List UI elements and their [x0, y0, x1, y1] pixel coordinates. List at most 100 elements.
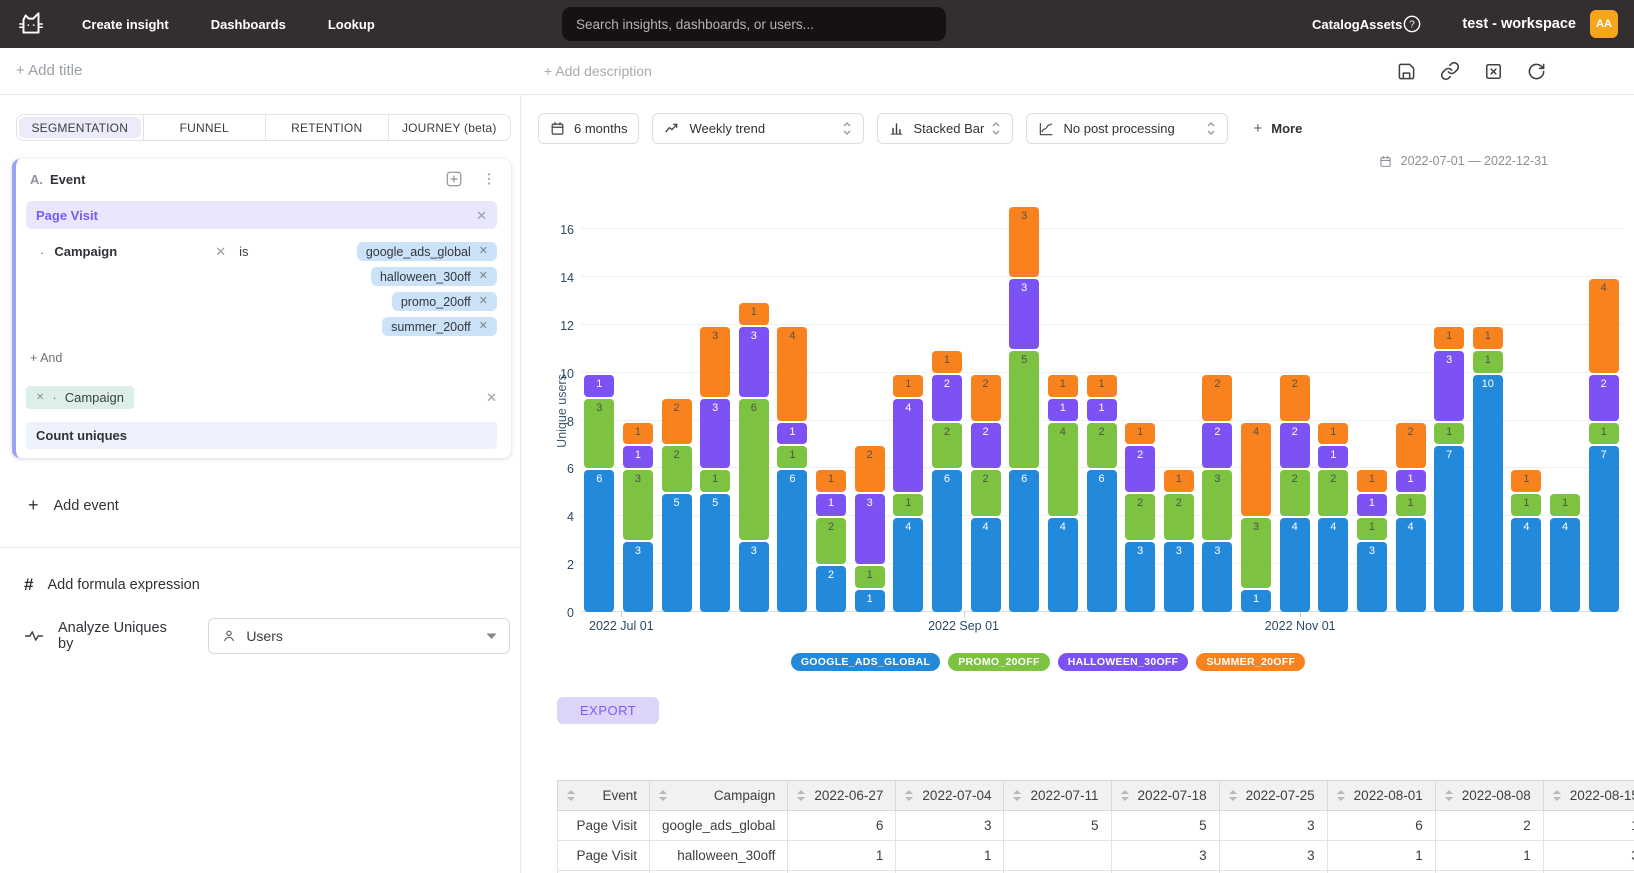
bar-segment-promo_20off[interactable]: 3 [1202, 470, 1232, 540]
bar-segment-promo_20off[interactable]: 2 [1087, 423, 1117, 469]
bar-segment-halloween_30off[interactable]: 1 [623, 446, 653, 468]
bar-segment-google_ads_global[interactable]: 4 [1396, 518, 1426, 612]
filter-value-chip[interactable]: promo_20off✕ [392, 292, 497, 311]
bar-segment-summer_20off[interactable]: 1 [893, 375, 923, 397]
filter-operator[interactable]: is [239, 244, 248, 259]
bar-segment-google_ads_global[interactable]: 4 [1550, 518, 1580, 612]
bar-segment-promo_20off[interactable]: 3 [584, 399, 614, 469]
bar-segment-summer_20off[interactable]: 1 [1087, 375, 1117, 397]
bar-segment-halloween_30off[interactable]: 3 [700, 399, 730, 469]
aggregation-selector[interactable]: Count uniques [26, 422, 497, 449]
bar-segment-promo_20off[interactable]: 1 [1511, 494, 1541, 516]
bar-segment-google_ads_global[interactable]: 3 [1164, 542, 1194, 612]
bar-segment-halloween_30off[interactable]: 3 [739, 327, 769, 397]
search-input[interactable] [562, 7, 946, 41]
tab-retention[interactable]: RETENTION [265, 115, 388, 140]
bar-segment-google_ads_global[interactable]: 4 [1048, 518, 1078, 612]
bar-segment-promo_20off[interactable]: 2 [1125, 494, 1155, 540]
date-range-button[interactable]: 6 months [538, 113, 639, 144]
bar-segment-google_ads_global[interactable]: 4 [1511, 518, 1541, 612]
bar-segment-summer_20off[interactable]: 1 [1048, 375, 1078, 397]
bar-segment-google_ads_global[interactable]: 7 [1589, 446, 1619, 612]
user-avatar[interactable]: AA [1590, 10, 1618, 38]
bar-segment-summer_20off[interactable]: 2 [1396, 423, 1426, 469]
column-header-2022-08-08[interactable]: 2022-08-08 [1435, 781, 1543, 811]
bar-segment-promo_20off[interactable]: 1 [777, 446, 807, 468]
bar-segment-google_ads_global[interactable]: 10 [1473, 375, 1503, 612]
bar-segment-promo_20off[interactable]: 2 [971, 470, 1001, 516]
event-menu-kebab-icon[interactable] [481, 170, 497, 188]
bar-segment-promo_20off[interactable]: 2 [1164, 494, 1194, 540]
bar-segment-halloween_30off[interactable]: 1 [1396, 470, 1426, 492]
refresh-icon[interactable] [1527, 62, 1546, 81]
help-icon[interactable]: ? [1402, 14, 1422, 34]
remove-filter-icon[interactable]: ✕ [215, 245, 226, 258]
column-header-2022-07-18[interactable]: 2022-07-18 [1111, 781, 1219, 811]
nav-item-assets[interactable]: Assets [1360, 17, 1403, 32]
bar-segment-promo_20off[interactable]: 1 [700, 470, 730, 492]
bar-segment-halloween_30off[interactable]: 1 [584, 375, 614, 397]
bar-segment-google_ads_global[interactable]: 4 [893, 518, 923, 612]
tab-segmentation[interactable]: SEGMENTATION [19, 117, 141, 138]
clear-breakdown-icon[interactable]: ✕ [486, 391, 497, 404]
bar-segment-summer_20off[interactable]: 1 [1125, 423, 1155, 445]
bar-segment-promo_20off[interactable]: 2 [1280, 470, 1310, 516]
cat-logo-icon[interactable] [16, 9, 46, 39]
filter-property[interactable]: Campaign [54, 244, 117, 259]
bar-segment-google_ads_global[interactable]: 3 [739, 542, 769, 612]
bar-segment-summer_20off[interactable]: 1 [1473, 327, 1503, 349]
bar-segment-halloween_30off[interactable]: 3 [1009, 279, 1039, 349]
bar-segment-halloween_30off[interactable]: 2 [1202, 423, 1232, 469]
bar-segment-promo_20off[interactable]: 1 [1434, 423, 1464, 445]
bar-segment-google_ads_global[interactable]: 1 [855, 590, 885, 612]
bar-segment-promo_20off[interactable]: 3 [1241, 518, 1271, 588]
column-header-event[interactable]: Event [558, 781, 650, 811]
bar-segment-halloween_30off[interactable]: 1 [1087, 399, 1117, 421]
legend-pill-halloween_30off[interactable]: HALLOWEEN_30OFF [1058, 653, 1189, 671]
bar-segment-google_ads_global[interactable]: 7 [1434, 446, 1464, 612]
bar-segment-promo_20off[interactable]: 1 [1589, 423, 1619, 445]
bar-segment-summer_20off[interactable]: 1 [623, 423, 653, 445]
nav-item-lookup[interactable]: Lookup [328, 17, 375, 32]
nav-item-catalog[interactable]: Catalog [1312, 17, 1360, 32]
bar-segment-summer_20off[interactable]: 1 [1164, 470, 1194, 492]
bar-segment-promo_20off[interactable]: 1 [893, 494, 923, 516]
bar-segment-summer_20off[interactable]: 2 [971, 375, 1001, 421]
column-header-campaign[interactable]: Campaign [650, 781, 788, 811]
bar-segment-summer_20off[interactable]: 1 [739, 303, 769, 325]
bar-segment-promo_20off[interactable]: 1 [1550, 494, 1580, 516]
add-formula-button[interactable]: # Add formula expression [24, 575, 510, 595]
bar-segment-summer_20off[interactable]: 1 [1434, 327, 1464, 349]
bar-segment-summer_20off[interactable]: 1 [1357, 470, 1387, 492]
bar-segment-promo_20off[interactable]: 4 [1048, 423, 1078, 517]
bar-segment-promo_20off[interactable]: 2 [1318, 470, 1348, 516]
bar-segment-summer_20off[interactable]: 4 [777, 327, 807, 421]
breakdown-chip[interactable]: ✕ · Campaign [26, 386, 134, 409]
bar-segment-halloween_30off[interactable]: 1 [816, 494, 846, 516]
column-header-2022-08-15[interactable]: 2022-08-15 [1543, 781, 1634, 811]
bar-segment-google_ads_global[interactable]: 1 [1241, 590, 1271, 612]
bar-segment-promo_20off[interactable]: 2 [662, 446, 692, 492]
bar-segment-google_ads_global[interactable]: 4 [1318, 518, 1348, 612]
bar-segment-halloween_30off[interactable]: 2 [932, 375, 962, 421]
copy-link-icon[interactable] [1440, 61, 1460, 81]
filter-value-chip[interactable]: halloween_30off✕ [371, 267, 497, 286]
bar-segment-promo_20off[interactable]: 2 [816, 518, 846, 564]
bar-segment-google_ads_global[interactable]: 6 [1087, 470, 1117, 612]
bar-segment-google_ads_global[interactable]: 6 [584, 470, 614, 612]
bar-segment-promo_20off[interactable]: 2 [932, 423, 962, 469]
add-event-button[interactable]: + Add event [28, 495, 510, 516]
remove-value-icon[interactable]: ✕ [479, 271, 488, 282]
filter-value-chip[interactable]: google_ads_global✕ [357, 242, 497, 261]
bar-segment-google_ads_global[interactable]: 3 [1357, 542, 1387, 612]
bar-segment-halloween_30off[interactable]: 2 [971, 423, 1001, 469]
remove-value-icon[interactable]: ✕ [479, 296, 488, 307]
column-header-2022-08-01[interactable]: 2022-08-01 [1327, 781, 1435, 811]
bar-segment-halloween_30off[interactable]: 1 [1318, 446, 1348, 468]
column-header-2022-07-11[interactable]: 2022-07-11 [1004, 781, 1111, 811]
bar-segment-google_ads_global[interactable]: 2 [816, 566, 846, 612]
bar-segment-promo_20off[interactable]: 3 [623, 470, 653, 540]
tab-funnel[interactable]: FUNNEL [143, 115, 266, 140]
bar-segment-halloween_30off[interactable]: 2 [1125, 446, 1155, 492]
remove-breakdown-icon[interactable]: ✕ [36, 393, 44, 403]
